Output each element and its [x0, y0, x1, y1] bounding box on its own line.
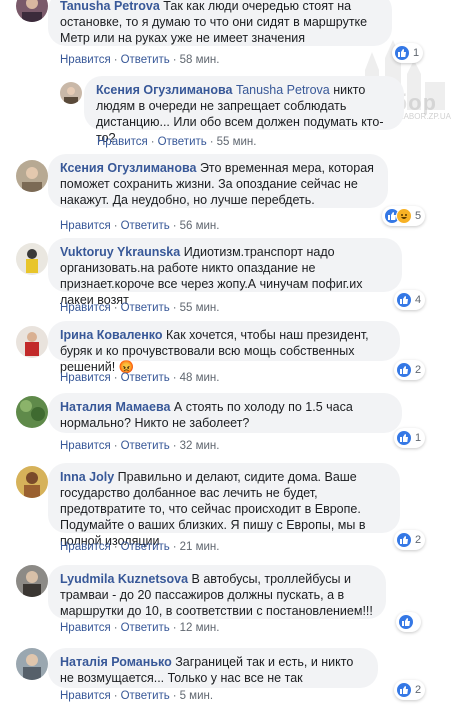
comment-time[interactable]: 58 мин. — [180, 54, 220, 66]
comment-author[interactable]: Наталія Романько — [60, 655, 172, 669]
comment-time[interactable]: 12 мин. — [180, 622, 220, 634]
reply-link[interactable]: Ответить — [121, 622, 170, 634]
reaction-count: 2 — [415, 534, 422, 546]
reaction-count: 5 — [415, 210, 422, 222]
comment-actions: Нравится · Ответить · 55 мин. — [97, 136, 257, 148]
mention-link[interactable]: Tanusha Petrova — [236, 83, 330, 97]
comment-author[interactable]: Vuktoruy Ykraunska — [60, 245, 180, 259]
comment-author[interactable]: Ірина Коваленко — [60, 328, 163, 342]
reactions-summary[interactable] — [396, 612, 421, 632]
like-link[interactable]: Нравится — [60, 622, 111, 634]
comment-time[interactable]: 55 мин. — [217, 136, 257, 148]
reply-link[interactable]: Ответить — [121, 302, 170, 314]
comment-author[interactable]: Tanusha Petrova — [60, 0, 160, 13]
comment-bubble: Ірина Коваленко Как хочется, чтобы наш п… — [48, 321, 400, 374]
reply-link[interactable]: Ответить — [121, 372, 170, 384]
comment-actions: Нравится · Ответить · 48 мин. — [60, 372, 220, 384]
comment-bubble: Ксения Огузлиманова Tanusha Petrova никт… — [84, 76, 404, 145]
avatar[interactable] — [16, 565, 48, 597]
haha-reaction-icon — [396, 208, 412, 224]
comment-time[interactable]: 55 мин. — [180, 302, 220, 314]
comment-actions: Нравится · Ответить · 12 мин. — [60, 622, 220, 634]
comment-bubble: Ксения Огузлиманова Это временная мера, … — [48, 154, 388, 208]
reaction-count: 4 — [415, 294, 422, 306]
reactions-summary[interactable]: 2 — [394, 360, 426, 380]
reply-link[interactable]: Ответить — [121, 220, 170, 232]
avatar[interactable] — [16, 0, 48, 22]
like-link[interactable]: Нравится — [60, 302, 111, 314]
reactions-summary[interactable]: 2 — [394, 680, 426, 700]
avatar[interactable] — [60, 82, 82, 104]
like-reaction-icon — [396, 682, 412, 698]
reactions-summary[interactable]: 4 — [394, 290, 426, 310]
like-link[interactable]: Нравится — [60, 54, 111, 66]
comment-bubble: Наталия Мамаева А стоять по холоду по 1.… — [48, 393, 402, 433]
comment-bubble: Vuktoruy Ykraunska Идиотизм.транспорт на… — [48, 238, 402, 307]
like-link[interactable]: Нравится — [60, 372, 111, 384]
reaction-count: 1 — [413, 47, 420, 59]
avatar[interactable] — [16, 326, 48, 358]
reactions-summary[interactable]: 1 — [394, 428, 426, 448]
avatar[interactable] — [16, 160, 48, 192]
like-link[interactable]: Нравится — [60, 440, 111, 452]
reaction-count: 2 — [415, 364, 422, 376]
reactions-summary[interactable]: 1 — [392, 43, 424, 63]
comment-actions: Нравится · Ответить · 21 мин. — [60, 541, 220, 553]
like-reaction-icon — [396, 532, 412, 548]
reply-link[interactable]: Ответить — [121, 54, 170, 66]
avatar[interactable] — [16, 466, 48, 498]
reaction-count: 1 — [415, 432, 422, 444]
comment-time[interactable]: 5 мин. — [180, 690, 213, 702]
comment-author[interactable]: Ксения Огузлиманова — [96, 83, 232, 97]
comment-time[interactable]: 21 мин. — [180, 541, 220, 553]
comment-bubble: Tanusha Petrova Так как люди очередью ст… — [48, 0, 392, 46]
comment-time[interactable]: 48 мин. — [180, 372, 220, 384]
comment-bubble: Наталія Романько Заграницей так и есть, … — [48, 648, 378, 688]
reply-link[interactable]: Ответить — [121, 690, 170, 702]
comment-author[interactable]: Ксения Огузлиманова — [60, 161, 196, 175]
like-reaction-icon — [398, 614, 414, 630]
like-link[interactable]: Нравится — [60, 220, 111, 232]
like-reaction-icon — [396, 362, 412, 378]
comment-actions: Нравится · Ответить · 58 мин. — [60, 54, 220, 66]
comment-bubble: Inna Joly Правильно и делают, сидите дом… — [48, 463, 400, 548]
like-link[interactable]: Нравится — [60, 690, 111, 702]
reply-link[interactable]: Ответить — [158, 136, 207, 148]
avatar[interactable] — [16, 243, 48, 275]
comment-actions: Нравится · Ответить · 5 мин. — [60, 690, 214, 702]
comment-actions: Нравится · Ответить · 55 мин. — [60, 302, 220, 314]
like-reaction-icon — [394, 45, 410, 61]
like-link[interactable]: Нравится — [60, 541, 111, 553]
reactions-summary[interactable]: 2 — [394, 530, 426, 550]
comment-author[interactable]: Inna Joly — [60, 470, 114, 484]
comment-author[interactable]: Наталия Мамаева — [60, 400, 170, 414]
comment-time[interactable]: 32 мин. — [180, 440, 220, 452]
comment-actions: Нравится · Ответить · 32 мин. — [60, 440, 220, 452]
comment-author[interactable]: Lyudmila Kuznetsova — [60, 572, 188, 586]
comment-time[interactable]: 56 мин. — [180, 220, 220, 232]
comment-bubble: Lyudmila Kuznetsova В автобусы, троллейб… — [48, 565, 386, 619]
like-link[interactable]: Нравится — [97, 136, 148, 148]
comment-actions: Нравится · Ответить · 56 мин. — [60, 220, 220, 232]
like-reaction-icon — [396, 430, 412, 446]
reaction-count: 2 — [415, 684, 422, 696]
reply-link[interactable]: Ответить — [121, 440, 170, 452]
reply-link[interactable]: Ответить — [121, 541, 170, 553]
avatar[interactable] — [16, 648, 48, 680]
like-reaction-icon — [396, 292, 412, 308]
avatar[interactable] — [16, 396, 48, 428]
reactions-summary[interactable]: 5 — [382, 206, 426, 226]
